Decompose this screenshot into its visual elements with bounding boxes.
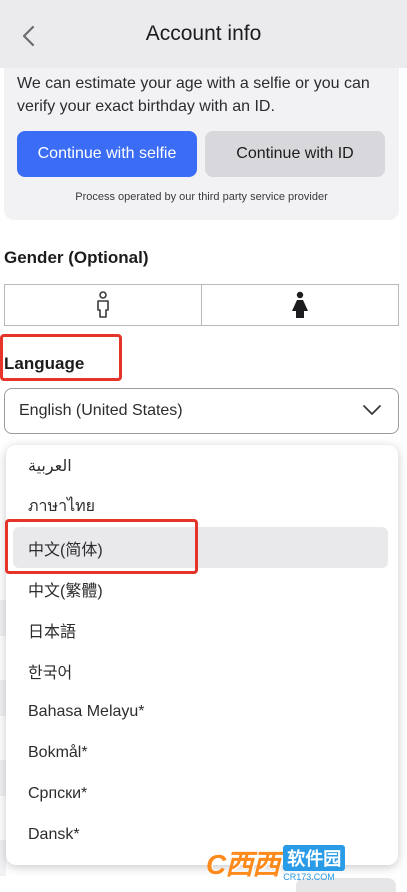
language-label: Language: [4, 354, 85, 373]
language-option-malay[interactable]: Bahasa Melayu*: [6, 691, 398, 732]
language-select[interactable]: English (United States): [4, 388, 399, 434]
language-option-chinese-traditional[interactable]: 中文(繁體): [6, 568, 398, 609]
language-option-norwegian[interactable]: Bokmål*: [6, 732, 398, 773]
account-info-content: We can estimate your age with a selfie o…: [0, 50, 407, 892]
chevron-down-icon: [363, 405, 381, 415]
gender-option-female[interactable]: [201, 285, 398, 325]
language-option-korean[interactable]: 한국어: [6, 650, 398, 691]
gender-option-male[interactable]: [5, 285, 201, 325]
language-dropdown: العربية ภาษาไทย 中文(简体) 中文(繁體) 日本語 한국어 Ba…: [6, 445, 398, 865]
provider-note: Process operated by our third party serv…: [75, 191, 328, 203]
gender-label: Gender (Optional): [4, 248, 149, 267]
header-bar: Account info: [0, 0, 407, 68]
male-icon: [97, 291, 109, 318]
back-button[interactable]: [14, 22, 42, 50]
female-icon: [292, 291, 308, 318]
watermark-url: CR173.COM: [283, 871, 335, 882]
language-option-arabic[interactable]: العربية: [6, 445, 398, 486]
age-description: We can estimate your age with a selfie o…: [17, 75, 370, 115]
language-option-serbian[interactable]: Српски*: [6, 773, 398, 814]
watermark-main-text: 软件园: [283, 844, 346, 871]
language-option-thai[interactable]: ภาษาไทย: [6, 486, 398, 527]
page-title: Account info: [145, 22, 262, 45]
language-selected-value: English (United States): [19, 402, 183, 419]
language-option-japanese[interactable]: 日本語: [6, 609, 398, 650]
chevron-left-icon: [22, 25, 35, 47]
age-verification-card: We can estimate your age with a selfie o…: [4, 50, 399, 220]
gender-selector: [4, 284, 399, 326]
continue-with-selfie-button[interactable]: Continue with selfie: [17, 131, 197, 177]
language-option-chinese-simplified[interactable]: 中文(简体): [13, 527, 388, 568]
watermark-brand: C西西: [206, 849, 280, 880]
watermark-logo: C西西 软件园 CR173.COM: [206, 842, 402, 884]
continue-with-id-button[interactable]: Continue with ID: [205, 131, 385, 177]
